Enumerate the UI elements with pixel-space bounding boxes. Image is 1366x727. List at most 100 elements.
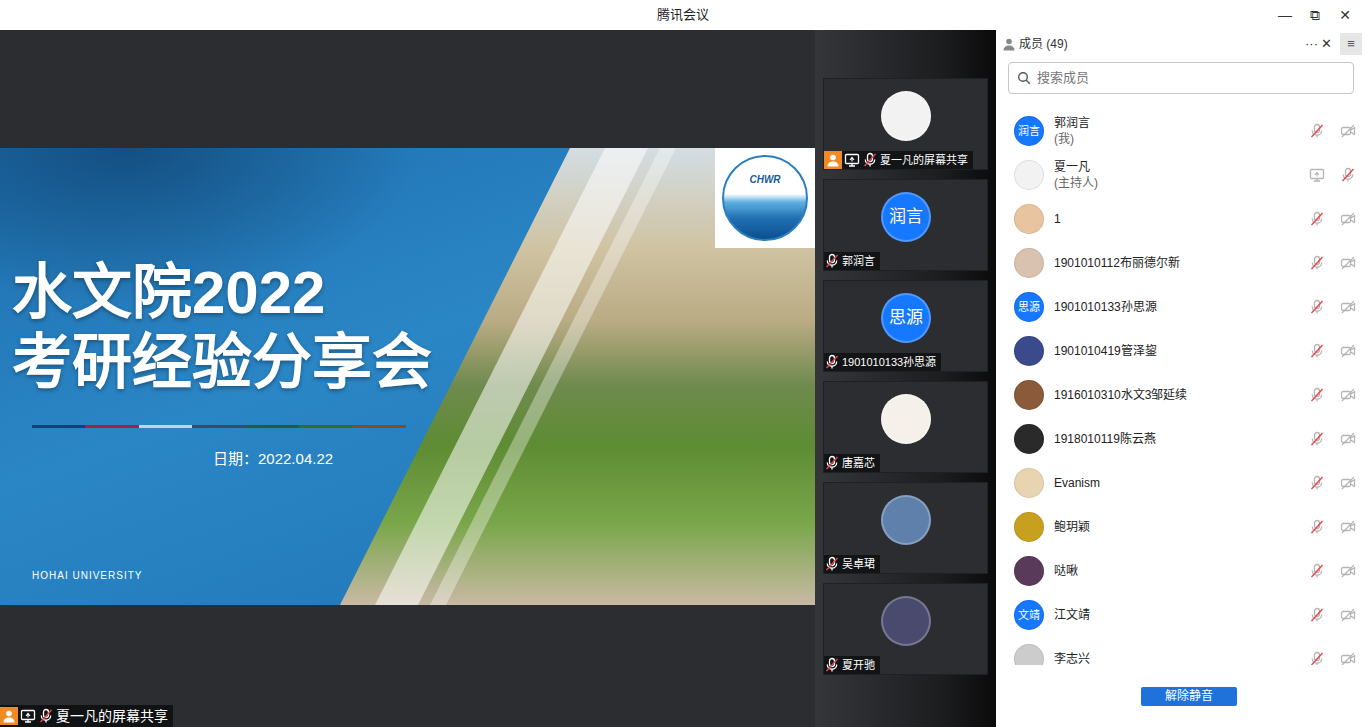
member-status	[1309, 299, 1356, 315]
school-logo: CHWR	[715, 148, 815, 248]
avatar	[881, 596, 931, 646]
avatar	[1014, 468, 1044, 498]
member-row[interactable]: 文靖江文靖	[996, 593, 1366, 637]
avatar	[881, 394, 931, 444]
camera-off-icon[interactable]	[1340, 431, 1356, 447]
video-tile[interactable]: 唐嘉芯	[823, 381, 988, 473]
tile-label: 唐嘉芯	[824, 454, 880, 472]
member-list: 润言郭润言(我)夏一凡(主持人)11901010112布丽德尔新思源190101…	[996, 100, 1366, 665]
member-name-block: 郭润言(我)	[1054, 115, 1309, 147]
mic-muted-icon[interactable]	[1309, 255, 1325, 271]
member-name: 1901010133孙思源	[1054, 299, 1309, 315]
minimize-button[interactable]: —	[1270, 0, 1300, 30]
member-role: (我)	[1054, 131, 1309, 147]
camera-off-icon[interactable]	[1340, 475, 1356, 491]
member-row[interactable]: 1	[996, 197, 1366, 241]
avatar-text: 润言	[889, 204, 923, 230]
camera-off-icon[interactable]	[1340, 343, 1356, 359]
rule-segment	[353, 425, 406, 428]
mic-muted-icon	[862, 152, 878, 168]
member-row[interactable]: 鲍玥颖	[996, 505, 1366, 549]
member-row[interactable]: 1901010112布丽德尔新	[996, 241, 1366, 285]
camera-off-icon[interactable]	[1340, 563, 1356, 579]
member-row[interactable]: Evanism	[996, 461, 1366, 505]
close-button[interactable]: ✕	[1330, 0, 1360, 30]
screen-share-icon	[844, 152, 860, 168]
mic-muted-icon	[38, 708, 54, 724]
mic-muted-icon[interactable]	[1309, 123, 1325, 139]
camera-off-icon[interactable]	[1340, 519, 1356, 535]
side-menu-button[interactable]: ≡	[1340, 33, 1362, 55]
mic-muted-icon	[824, 556, 840, 572]
mic-muted-icon[interactable]	[1309, 211, 1325, 227]
share-label: 夏一凡的屏幕共享	[0, 705, 173, 727]
camera-off-icon[interactable]	[1340, 299, 1356, 315]
member-row[interactable]: 李志兴	[996, 637, 1366, 665]
mic-muted-icon[interactable]	[1340, 167, 1356, 183]
camera-off-icon[interactable]	[1340, 211, 1356, 227]
mic-muted-icon[interactable]	[1309, 519, 1325, 535]
member-name: 哒啾	[1054, 563, 1309, 579]
slide-title-line: 考研经验分享会	[12, 328, 432, 398]
member-name-block: 1901010112布丽德尔新	[1054, 255, 1309, 271]
search-input[interactable]	[1035, 67, 1353, 89]
member-row[interactable]: 哒啾	[996, 549, 1366, 593]
camera-off-icon[interactable]	[1340, 255, 1356, 271]
member-row[interactable]: 思源1901010133孙思源	[996, 285, 1366, 329]
member-status	[1309, 167, 1356, 183]
member-status	[1309, 255, 1356, 271]
mic-muted-icon[interactable]	[1309, 607, 1325, 623]
member-status	[1309, 123, 1356, 139]
member-name-block: 1901010133孙思源	[1054, 299, 1309, 315]
tile-label: 夏开驰	[824, 656, 880, 674]
video-strip: 夏一凡的屏幕共享润言郭润言思源1901010133孙思源唐嘉芯吴卓珺夏开驰	[815, 30, 996, 727]
mic-muted-icon[interactable]	[1309, 431, 1325, 447]
logo-icon: CHWR	[722, 155, 808, 241]
more-button[interactable]: ···	[1304, 34, 1319, 54]
slide-title-line: 水文院2022	[12, 258, 432, 328]
rule-segment	[299, 425, 352, 428]
member-status	[1309, 475, 1356, 491]
video-tile[interactable]: 夏开驰	[823, 583, 988, 675]
member-status	[1309, 343, 1356, 359]
member-name: 1916010310水文3邹延续	[1054, 387, 1309, 403]
mic-muted-icon[interactable]	[1309, 299, 1325, 315]
avatar	[881, 495, 931, 545]
member-name-block: 江文靖	[1054, 607, 1309, 623]
camera-off-icon[interactable]	[1340, 387, 1356, 403]
video-tile[interactable]: 夏一凡的屏幕共享	[823, 78, 988, 170]
member-row[interactable]: 润言郭润言(我)	[996, 109, 1366, 153]
mic-muted-icon[interactable]	[1309, 475, 1325, 491]
close-panel-button[interactable]: ✕	[1319, 34, 1334, 54]
panel-footer: 解除静音	[996, 665, 1366, 727]
mic-muted-icon[interactable]	[1309, 387, 1325, 403]
mic-muted-icon[interactable]	[1309, 651, 1325, 665]
mic-muted-icon[interactable]	[1309, 563, 1325, 579]
avatar-text: 润言	[1018, 123, 1040, 140]
rule-segment	[192, 425, 245, 428]
rule-segment	[85, 425, 138, 428]
tile-name: 吴卓珺	[842, 556, 875, 573]
member-row[interactable]: 1901010419管泽鋆	[996, 329, 1366, 373]
camera-off-icon[interactable]	[1340, 123, 1356, 139]
member-name: 江文靖	[1054, 607, 1309, 623]
member-name: 李志兴	[1054, 651, 1309, 665]
camera-off-icon[interactable]	[1340, 651, 1356, 665]
member-row[interactable]: 1916010310水文3邹延续	[996, 373, 1366, 417]
member-role: (主持人)	[1054, 175, 1309, 191]
restore-button[interactable]: ⧉	[1300, 0, 1330, 30]
avatar: 思源	[881, 293, 931, 343]
camera-off-icon[interactable]	[1340, 607, 1356, 623]
video-tile[interactable]: 吴卓珺	[823, 482, 988, 574]
member-name: 鲍玥颖	[1054, 519, 1309, 535]
unmute-button[interactable]: 解除静音	[1141, 687, 1237, 706]
member-row[interactable]: 1918010119陈云燕	[996, 417, 1366, 461]
member-name: 夏一凡	[1054, 159, 1309, 175]
rule-segment	[32, 425, 85, 428]
video-tile[interactable]: 润言郭润言	[823, 179, 988, 271]
color-rule	[32, 425, 406, 428]
mic-muted-icon[interactable]	[1309, 343, 1325, 359]
avatar	[1014, 644, 1044, 665]
member-row[interactable]: 夏一凡(主持人)	[996, 153, 1366, 197]
video-tile[interactable]: 思源1901010133孙思源	[823, 280, 988, 372]
